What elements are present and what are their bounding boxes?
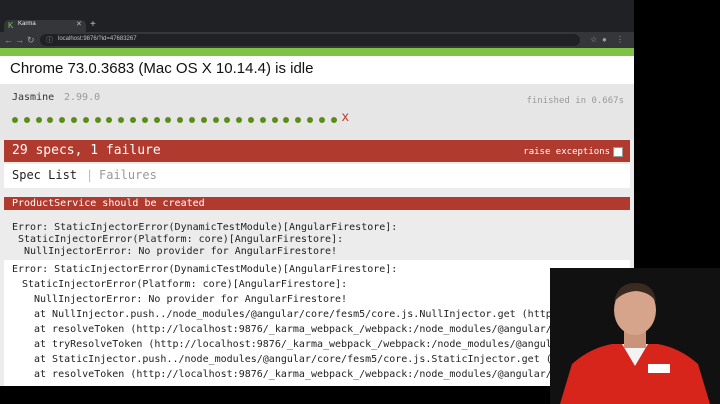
close-tab-icon[interactable]: ✕ [76, 20, 82, 28]
spec-passed-dot[interactable] [318, 117, 325, 123]
spec-passed-dot[interactable] [189, 117, 195, 123]
stack-line: at resolveToken (http://localhost:9876/_… [34, 324, 630, 335]
address-bar[interactable]: ⓘ localhost:9876/?id=47683267 [40, 34, 580, 46]
spec-passed-dot[interactable] [130, 117, 136, 123]
profile-icon[interactable]: ● [602, 34, 607, 46]
spec-passed-dot[interactable] [259, 117, 266, 123]
stack-line: StaticInjectorError(Platform: core)[Angu… [22, 279, 348, 290]
failed-spec-name[interactable]: ProductService should be created [12, 198, 205, 209]
stack-trace: Error: StaticInjectorError(DynamicTestMo… [4, 260, 630, 386]
spec-passed-dot[interactable] [271, 117, 278, 123]
menu-icon[interactable]: ⋮ [616, 34, 624, 46]
forward-icon[interactable]: → [15, 34, 24, 46]
error-line: NullInjectorError: No provider for Angul… [24, 246, 338, 257]
spec-passed-dot[interactable] [94, 117, 101, 123]
tab-karma[interactable]: K Karma ✕ [4, 20, 86, 32]
presenter-video-overlay [550, 268, 720, 404]
failures-link[interactable]: Failures [99, 168, 157, 182]
browser-toolbar: ← → ↻ ⓘ localhost:9876/?id=47683267 ☆ ● … [0, 32, 634, 48]
spec-passed-dot[interactable] [200, 117, 207, 123]
spec-passed-dot[interactable] [153, 117, 160, 123]
failure-bar: 29 specs, 1 failure raise exceptions [4, 140, 630, 162]
plus-icon[interactable]: + [90, 19, 96, 30]
reload-icon[interactable]: ↻ [27, 34, 35, 46]
tab-title: Karma [18, 21, 36, 27]
raise-exceptions-checkbox[interactable] [613, 147, 623, 157]
spec-passed-dot[interactable] [12, 117, 18, 123]
url-text: localhost:9876/?id=47683267 [58, 36, 137, 42]
karma-status-bar [0, 48, 634, 56]
stack-line: at tryResolveToken (http://localhost:987… [34, 339, 630, 350]
spec-passed-dot[interactable] [82, 117, 89, 123]
info-icon[interactable]: ⓘ [46, 35, 53, 45]
error-message: Error: StaticInjectorError(DynamicTestMo… [4, 218, 630, 258]
spec-passed-dot[interactable] [141, 117, 148, 123]
results-menu: Spec List | Failures [4, 164, 630, 188]
karma-favicon-icon: K [8, 21, 14, 30]
duration: finished in 0.667s [526, 96, 624, 106]
stack-line: at resolveToken (http://localhost:9876/_… [34, 369, 618, 380]
spec-passed-dot[interactable] [35, 117, 42, 123]
failure-summary: 29 specs, 1 failure [12, 143, 161, 158]
karma-banner: Chrome 73.0.3683 (Mac OS X 10.14.4) is i… [0, 56, 634, 84]
jasmine-title: Jasmine [12, 92, 55, 103]
spec-passed-dot[interactable] [307, 117, 313, 123]
stack-line: NullInjectorError: No provider for Angul… [34, 294, 348, 305]
spec-passed-dot[interactable] [330, 117, 337, 123]
error-line: StaticInjectorError(Platform: core)[Angu… [18, 234, 344, 245]
jasmine-header: Jasmine 2.99.0 finished in 0.667s [0, 84, 634, 140]
spec-passed-dot[interactable] [23, 117, 30, 123]
spec-passed-dot[interactable] [212, 117, 219, 123]
star-icon[interactable]: ☆ [590, 34, 597, 46]
stack-line: Error: StaticInjectorError(DynamicTestMo… [12, 264, 398, 275]
back-icon[interactable]: ← [4, 34, 13, 46]
error-line: Error: StaticInjectorError(DynamicTestMo… [12, 222, 398, 233]
spec-list-link[interactable]: Spec List [12, 168, 77, 182]
spec-failed-marker[interactable]: x [341, 110, 349, 125]
raise-exceptions-label: raise exceptions [523, 147, 610, 157]
jasmine-version: 2.99.0 [64, 92, 101, 103]
failed-spec-header: ProductService should be created [4, 197, 630, 210]
stack-line: at NullInjector.push../node_modules/@ang… [34, 309, 630, 320]
spec-passed-dot[interactable] [71, 117, 77, 123]
browser-status-title: Chrome 73.0.3683 (Mac OS X 10.14.4) is i… [10, 60, 314, 77]
stack-line: at StaticInjector.push../node_modules/@a… [34, 354, 630, 365]
browser-window: K Karma ✕ + ← → ↻ ⓘ localhost:9876/?id=4… [0, 0, 634, 386]
tab-strip: K Karma ✕ + [0, 0, 634, 32]
menu-separator: | [86, 168, 94, 182]
spec-passed-dot[interactable] [248, 117, 254, 123]
